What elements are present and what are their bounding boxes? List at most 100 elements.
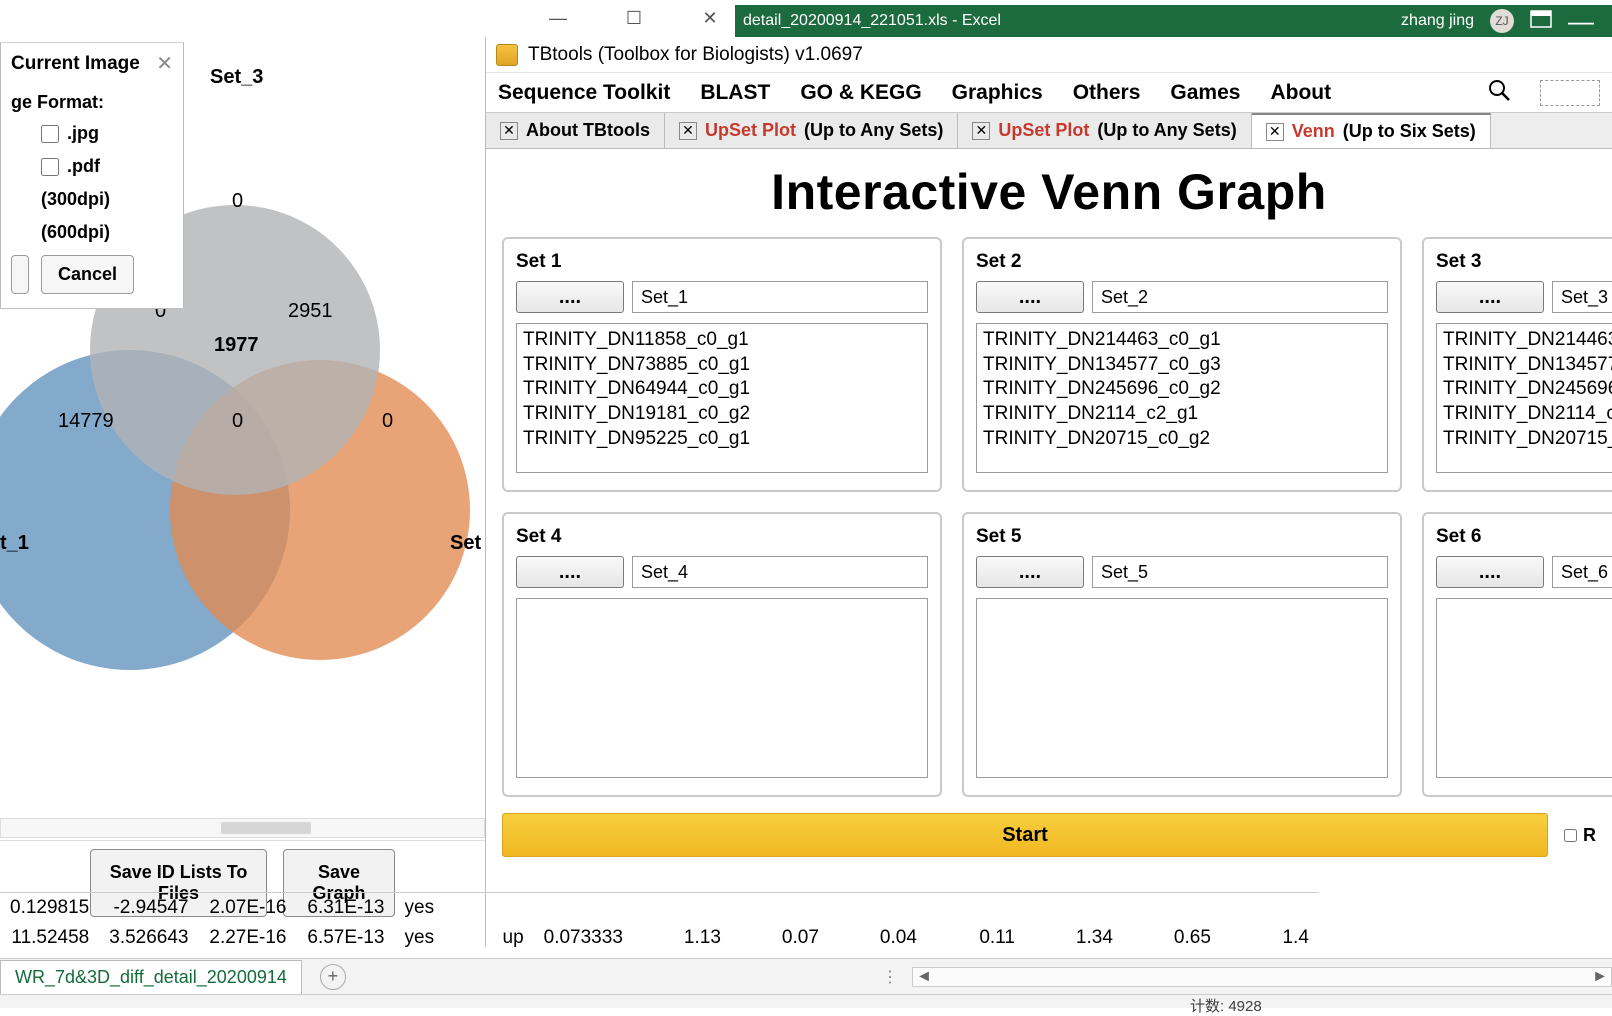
cell[interactable]: yes	[395, 893, 493, 924]
add-sheet-button[interactable]: +	[320, 964, 346, 990]
user-avatar[interactable]: ZJ	[1490, 9, 1514, 33]
set-name-input[interactable]	[1552, 281, 1612, 313]
set-list-textarea[interactable]	[1436, 598, 1612, 778]
cancel-button[interactable]: Cancel	[41, 255, 134, 294]
venn-value-12: 0	[232, 410, 243, 433]
minimize-icon[interactable]: —	[540, 8, 576, 29]
menu-go-kegg[interactable]: GO & KEGG	[800, 81, 921, 105]
maximize-icon[interactable]: ☐	[616, 8, 652, 29]
cell[interactable]: 0.11	[927, 923, 1025, 953]
browse-button[interactable]: ....	[516, 556, 624, 588]
cell[interactable]: 1.4	[1221, 923, 1319, 953]
menu-others[interactable]: Others	[1073, 81, 1141, 105]
cell[interactable]: 1.34	[1025, 923, 1123, 953]
cell[interactable]: -2.94547	[99, 893, 198, 924]
scroll-left-icon[interactable]: ◄	[913, 968, 935, 986]
jpg-checkbox[interactable]	[41, 125, 59, 143]
horizontal-scrollbar[interactable]	[0, 818, 485, 838]
tbtools-titlebar: TBtools (Toolbox for Biologists) v1.0697	[486, 37, 1612, 73]
cell[interactable]: 3.526643	[99, 923, 198, 953]
table-row[interactable]: 11.52458 3.526643 2.27E-16 6.57E-13 yes …	[0, 923, 1319, 953]
set-panel-4: Set 4 ....	[502, 512, 942, 797]
tab-label: (Up to Any Sets)	[804, 120, 943, 141]
r-option[interactable]: R	[1564, 825, 1596, 846]
jpg-label: .jpg	[67, 123, 99, 144]
set-panel-6: Set 6 ....	[1422, 512, 1612, 797]
tab-upset-plot-1[interactable]: ✕ UpSet Plot (Up to Any Sets)	[665, 113, 958, 148]
set-name-input[interactable]	[1092, 281, 1388, 313]
cell[interactable]: 6.57E-13	[297, 923, 395, 953]
menu-blast[interactable]: BLAST	[700, 81, 770, 105]
ribbon-options-icon[interactable]	[1530, 10, 1552, 33]
cell[interactable]: 2.07E-16	[199, 893, 297, 924]
format-jpg-option[interactable]: .jpg	[41, 123, 173, 144]
background-window-controls: — ☐ ✕	[540, 8, 728, 29]
set-panel-2: Set 2 .... TRINITY_DN214463_c0_g1 TRINIT…	[962, 237, 1402, 492]
ok-button-partial[interactable]	[11, 255, 29, 294]
set-list-textarea[interactable]: TRINITY_DN214463_c0_g1 TRINITY_DN134577_…	[976, 323, 1388, 473]
close-icon[interactable]: ✕	[972, 122, 990, 140]
tab-upset-plot-2[interactable]: ✕ UpSet Plot (Up to Any Sets)	[958, 113, 1251, 148]
cell[interactable]: 0.65	[1123, 923, 1221, 953]
page-title: Interactive Venn Graph	[486, 163, 1612, 221]
split-handle[interactable]: ⋮	[882, 967, 912, 987]
close-icon[interactable]: ✕	[679, 122, 697, 140]
close-icon[interactable]: ✕	[156, 51, 173, 76]
table-row[interactable]: 0.129815 -2.94547 2.07E-16 6.31E-13 yes	[0, 893, 1319, 924]
cell[interactable]: 2.27E-16	[199, 923, 297, 953]
close-icon[interactable]: ✕	[1266, 123, 1284, 141]
browse-button[interactable]: ....	[1436, 556, 1544, 588]
set-list-textarea[interactable]: TRINITY_DN11858_c0_g1 TRINITY_DN73885_c0…	[516, 323, 928, 473]
browse-button[interactable]: ....	[976, 556, 1084, 588]
excel-filename: detail_20200914_221051.xls - Excel	[743, 12, 1001, 30]
venn-label-set3: Set_3	[210, 66, 263, 89]
set-panel-1: Set 1 .... TRINITY_DN11858_c0_g1 TRINITY…	[502, 237, 942, 492]
browse-button[interactable]: ....	[516, 281, 624, 313]
minimize-icon[interactable]: —	[1568, 6, 1594, 37]
cell[interactable]: 0.04	[829, 923, 927, 953]
cell[interactable]: 6.31E-13	[297, 893, 395, 924]
cell[interactable]: 11.52458	[0, 923, 99, 953]
menu-about[interactable]: About	[1270, 81, 1331, 105]
set-list-textarea[interactable]	[976, 598, 1388, 778]
tbtools-window: TBtools (Toolbox for Biologists) v1.0697…	[485, 37, 1612, 947]
menu-games[interactable]: Games	[1170, 81, 1240, 105]
browse-button[interactable]: ....	[1436, 281, 1544, 313]
start-button[interactable]: Start	[502, 813, 1548, 857]
set-list-textarea[interactable]	[516, 598, 928, 778]
set-name-label: Set 5	[976, 526, 1388, 548]
close-icon[interactable]: ✕	[692, 8, 728, 29]
drop-area[interactable]	[1540, 80, 1600, 106]
horizontal-scrollbar[interactable]: ◄ ►	[912, 967, 1612, 987]
menu-graphics[interactable]: Graphics	[952, 81, 1043, 105]
set-name-label: Set 6	[1436, 526, 1612, 548]
cell[interactable]: up	[493, 923, 534, 953]
sheet-tab[interactable]: WR_7d&3D_diff_detail_20200914	[0, 960, 302, 994]
set-name-label: Set 1	[516, 251, 928, 273]
set-name-input[interactable]	[632, 556, 928, 588]
cell[interactable]: 0.073333	[534, 923, 633, 953]
cell[interactable]: 0.07	[731, 923, 829, 953]
search-icon[interactable]	[1488, 79, 1510, 107]
menu-sequence-toolkit[interactable]: Sequence Toolkit	[498, 81, 670, 105]
pdf-label: .pdf	[67, 156, 100, 177]
venn-label-set1: t_1	[0, 532, 29, 555]
start-row: Start R	[486, 797, 1612, 857]
set-panel-5: Set 5 ....	[962, 512, 1402, 797]
set-name-input[interactable]	[632, 281, 928, 313]
r-checkbox[interactable]	[1564, 829, 1577, 842]
pdf-checkbox[interactable]	[41, 158, 59, 176]
status-count: 计数: 4928	[1190, 998, 1262, 1015]
tab-venn[interactable]: ✕ Venn (Up to Six Sets)	[1252, 113, 1491, 148]
scroll-right-icon[interactable]: ►	[1589, 968, 1611, 986]
format-pdf-option[interactable]: .pdf	[41, 156, 173, 177]
cell[interactable]: 0.129815	[0, 893, 99, 924]
set-list-textarea[interactable]: TRINITY_DN214463_c0_ TRINITY_DN134577_c0…	[1436, 323, 1612, 473]
set-name-input[interactable]	[1092, 556, 1388, 588]
set-name-input[interactable]	[1552, 556, 1612, 588]
close-icon[interactable]: ✕	[500, 122, 518, 140]
cell[interactable]: 1.13	[633, 923, 731, 953]
browse-button[interactable]: ....	[976, 281, 1084, 313]
tab-about-tbtools[interactable]: ✕ About TBtools	[486, 113, 665, 148]
cell[interactable]: yes	[395, 923, 493, 953]
